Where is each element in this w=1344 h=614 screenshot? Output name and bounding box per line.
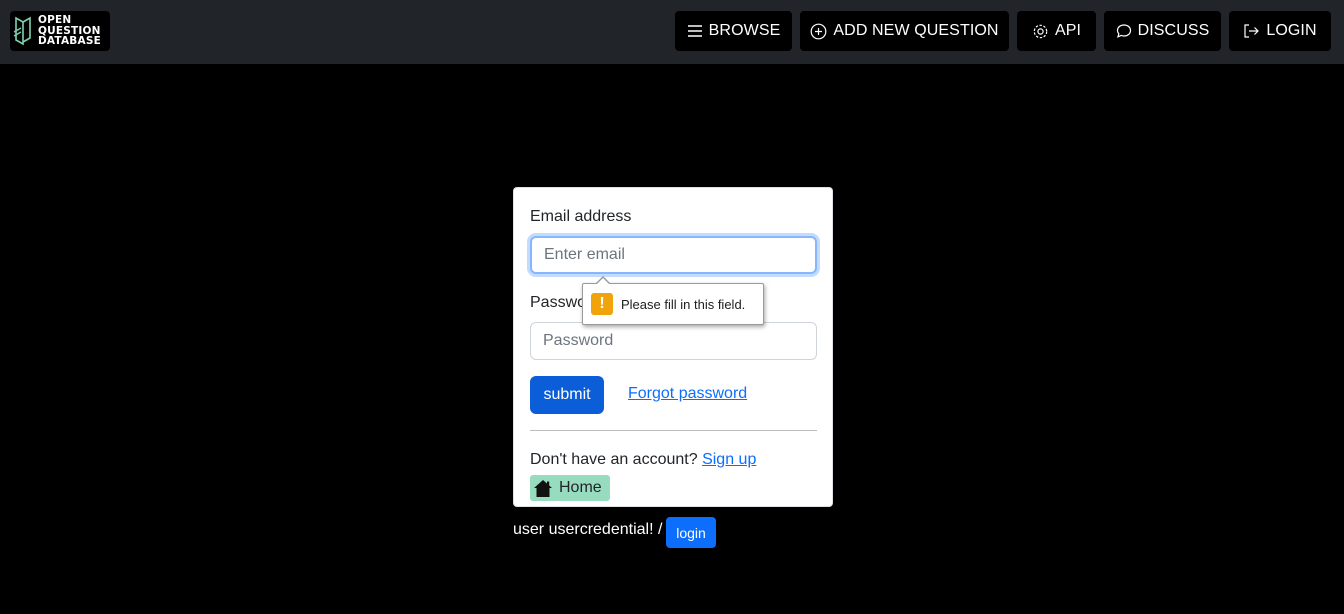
submit-button[interactable]: submit: [530, 376, 604, 414]
add-new-question-button[interactable]: ADD NEW QUESTION: [800, 11, 1009, 51]
user-credential-text: user usercredential! /: [513, 521, 663, 538]
email-label: Email address: [530, 208, 632, 225]
divider: [530, 430, 817, 431]
home-button[interactable]: Home: [530, 475, 610, 501]
login-card: Email address Enter email Passwo Passwor…: [513, 187, 833, 507]
chat-icon: [1116, 24, 1131, 38]
discuss-button[interactable]: DISCUSS: [1104, 11, 1221, 51]
house-icon: [534, 479, 552, 497]
warning-icon: !: [591, 293, 613, 315]
top-navbar: OPEN QUESTION DATABASE BROWSE ADD NEW QU…: [0, 0, 1344, 64]
gear-icon: [1033, 24, 1048, 38]
logo-mark-icon: [13, 16, 31, 46]
validation-tooltip: ! Please fill in this field.: [582, 276, 764, 325]
no-account-text: Don't have an account? Sign up: [530, 451, 757, 468]
password-field[interactable]: Password: [530, 322, 817, 360]
login-button[interactable]: login: [666, 517, 716, 548]
api-button[interactable]: API: [1017, 11, 1096, 51]
password-placeholder: Password: [543, 332, 614, 349]
logo-text: OPEN QUESTION DATABASE: [38, 14, 101, 48]
plus-circle-icon: [811, 23, 827, 39]
login-icon: [1244, 24, 1260, 38]
password-label: Passwo: [530, 294, 587, 311]
menu-icon: [687, 25, 702, 37]
validation-message: Please fill in this field.: [621, 296, 746, 312]
signup-link[interactable]: Sign up: [702, 451, 756, 468]
browse-button[interactable]: BROWSE: [675, 11, 792, 51]
forgot-password-link[interactable]: Forgot password: [628, 385, 747, 403]
login-nav-button[interactable]: LOGIN: [1229, 11, 1331, 51]
site-logo[interactable]: OPEN QUESTION DATABASE: [10, 11, 110, 51]
email-field[interactable]: Enter email: [530, 236, 817, 274]
email-placeholder: Enter email: [544, 246, 625, 263]
